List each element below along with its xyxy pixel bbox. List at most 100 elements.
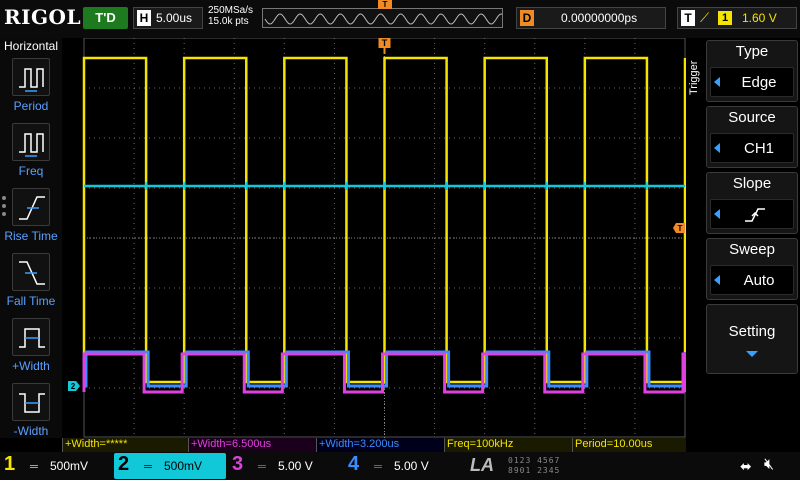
channel-3-box[interactable]: 3 ═ 5.00 V [228,453,342,479]
trigger-sweep-value: Auto [743,272,775,289]
measurement-item[interactable]: +Width=***** [62,438,188,452]
channel-scale: 5.00 V [394,459,429,473]
la-label: LA [470,455,494,475]
horizontal-measure-menu: Horizontal Period Freq Rise Time Fall Ti… [0,38,62,438]
rise-time-label: Rise Time [4,229,58,243]
la-channel-grid: 0123 4567 8901 2345 [508,456,600,476]
period-label: Period [13,99,49,113]
measurement-item[interactable]: +Width=6.500us [188,438,316,452]
waveform-display[interactable]: T T 2 [62,37,687,438]
channel-2-box[interactable]: 2 ═ 500mV [114,453,226,479]
left-arrow-icon [714,209,720,219]
timebase-value: 5.00us [156,11,193,25]
delay-box[interactable]: D 0.00000000ps [516,7,666,29]
channel-number: 2 [118,453,130,475]
neg-width-icon [19,393,45,413]
waveform-canvas[interactable]: T T 2 [62,37,687,438]
rising-edge-icon: ⟋ [700,10,710,25]
trigger-type-menu[interactable]: Type Edge [706,40,798,102]
trigger-time-marker-label: T [382,38,388,48]
rise-time-icon [19,196,45,220]
measurement-item[interactable]: Period=10.00us [572,438,686,452]
scroll-dots [2,196,7,220]
trigger-slope-value-box[interactable] [710,199,794,229]
memory-overview-window[interactable] [262,8,503,28]
channel-number: 4 [348,453,360,475]
trigger-type-value-box[interactable]: Edge [710,67,794,97]
usb-icon: ⬌ [740,458,752,474]
fall-time-label: Fall Time [6,294,56,308]
fall-time-icon [19,261,45,285]
run-state-badge[interactable]: T'D [83,7,128,29]
freq-button[interactable] [12,123,50,161]
timebase-box[interactable]: H 5.00us [133,7,203,29]
channel-2-offset-marker-label: 2 [71,382,76,391]
neg-width-button[interactable] [12,383,50,421]
pos-width-label: +Width [12,359,50,373]
channel-number: 1 [4,453,16,475]
left-menu-title: Horizontal [3,39,59,53]
memory-overview-waveform [264,13,503,25]
period-icon [19,68,44,92]
trigger-source-menu[interactable]: Source CH1 [706,106,798,168]
measurement-item[interactable]: +Width=3.200us [316,438,444,452]
channel-1-waveform [82,56,687,384]
channel-status-bar: 1 ═ 500mV 2 ═ 500mV 3 ═ 5.00 V 4 ═ 5.00 … [0,452,800,480]
memory-depth: 15.0k pts [208,16,249,27]
freq-icon [19,133,44,157]
memory-overview-trace [264,13,503,25]
trigger-level-marker-label: T [678,224,683,233]
channel-1-box[interactable]: 1 ═ 500mV [0,453,112,479]
left-arrow-icon [714,275,720,285]
delay-letter: D [520,10,534,26]
trigger-level-value: 1.60 V [742,11,777,25]
left-arrow-icon [714,77,720,87]
dc-coupling-icon: ═ [30,461,38,473]
horizontal-letter: H [137,10,151,26]
trigger-letter: T [681,10,695,26]
channel-4-box[interactable]: 4 ═ 5.00 V [344,453,458,479]
trigger-menu: Trigger Type Edge Source CH1 Slope Sweep… [686,38,800,438]
trigger-setting-button[interactable]: Setting [706,304,798,374]
pos-width-icon [19,328,45,348]
rising-slope-icon [745,208,765,222]
trigger-source-value-box[interactable]: CH1 [710,133,794,163]
speaker-muted-icon[interactable]: 🔇︎ [764,456,774,474]
dc-coupling-icon: ═ [258,461,266,473]
dc-coupling-icon: ═ [144,461,152,473]
measurement-bar: +Width=***** +Width=6.500us +Width=3.200… [62,438,686,452]
rigol-logo: RIGOL [4,5,82,29]
trigger-source-badge: 1 [718,11,732,25]
trigger-source-title: Source [728,109,776,126]
la-row: 8901 2345 [508,466,561,475]
trigger-sweep-value-box[interactable]: Auto [710,265,794,295]
channel-scale: 500mV [50,459,89,473]
acquisition-info: 250MSa/s 15.0k pts [208,5,253,27]
dc-coupling-icon: ═ [374,461,382,473]
trigger-sweep-title: Sweep [729,241,775,258]
pos-width-button[interactable] [12,318,50,356]
neg-width-label: -Width [13,424,49,438]
delay-value: 0.00000000ps [561,11,638,25]
la-row: 0123 4567 [508,456,561,465]
sample-rate: 250MSa/s [208,5,254,16]
fall-time-button[interactable] [12,253,50,291]
logic-analyzer-box[interactable]: LA 0123 4567 8901 2345 [462,454,602,478]
left-arrow-icon [714,143,720,153]
trigger-type-value: Edge [741,74,777,91]
trigger-source-value: CH1 [743,140,774,157]
period-button[interactable] [12,58,50,96]
freq-label: Freq [18,164,44,178]
trigger-slope-menu[interactable]: Slope [706,172,798,234]
trigger-slope-title: Slope [732,175,772,192]
trigger-position-marker: T [378,0,392,9]
measurement-item[interactable]: Freq=100kHz [444,438,572,452]
trigger-sweep-menu[interactable]: Sweep Auto [706,238,798,300]
trigger-menu-label: Trigger [688,60,700,96]
setting-label: Setting [728,323,776,340]
channel-number: 3 [232,453,244,475]
rise-time-button[interactable] [12,188,50,226]
channel-scale: 5.00 V [278,459,313,473]
top-status-bar: RIGOL T'D H 5.00us 250MSa/s 15.0k pts T … [0,0,800,38]
trigger-box[interactable]: T ⟋ 1 1.60 V [677,7,797,29]
